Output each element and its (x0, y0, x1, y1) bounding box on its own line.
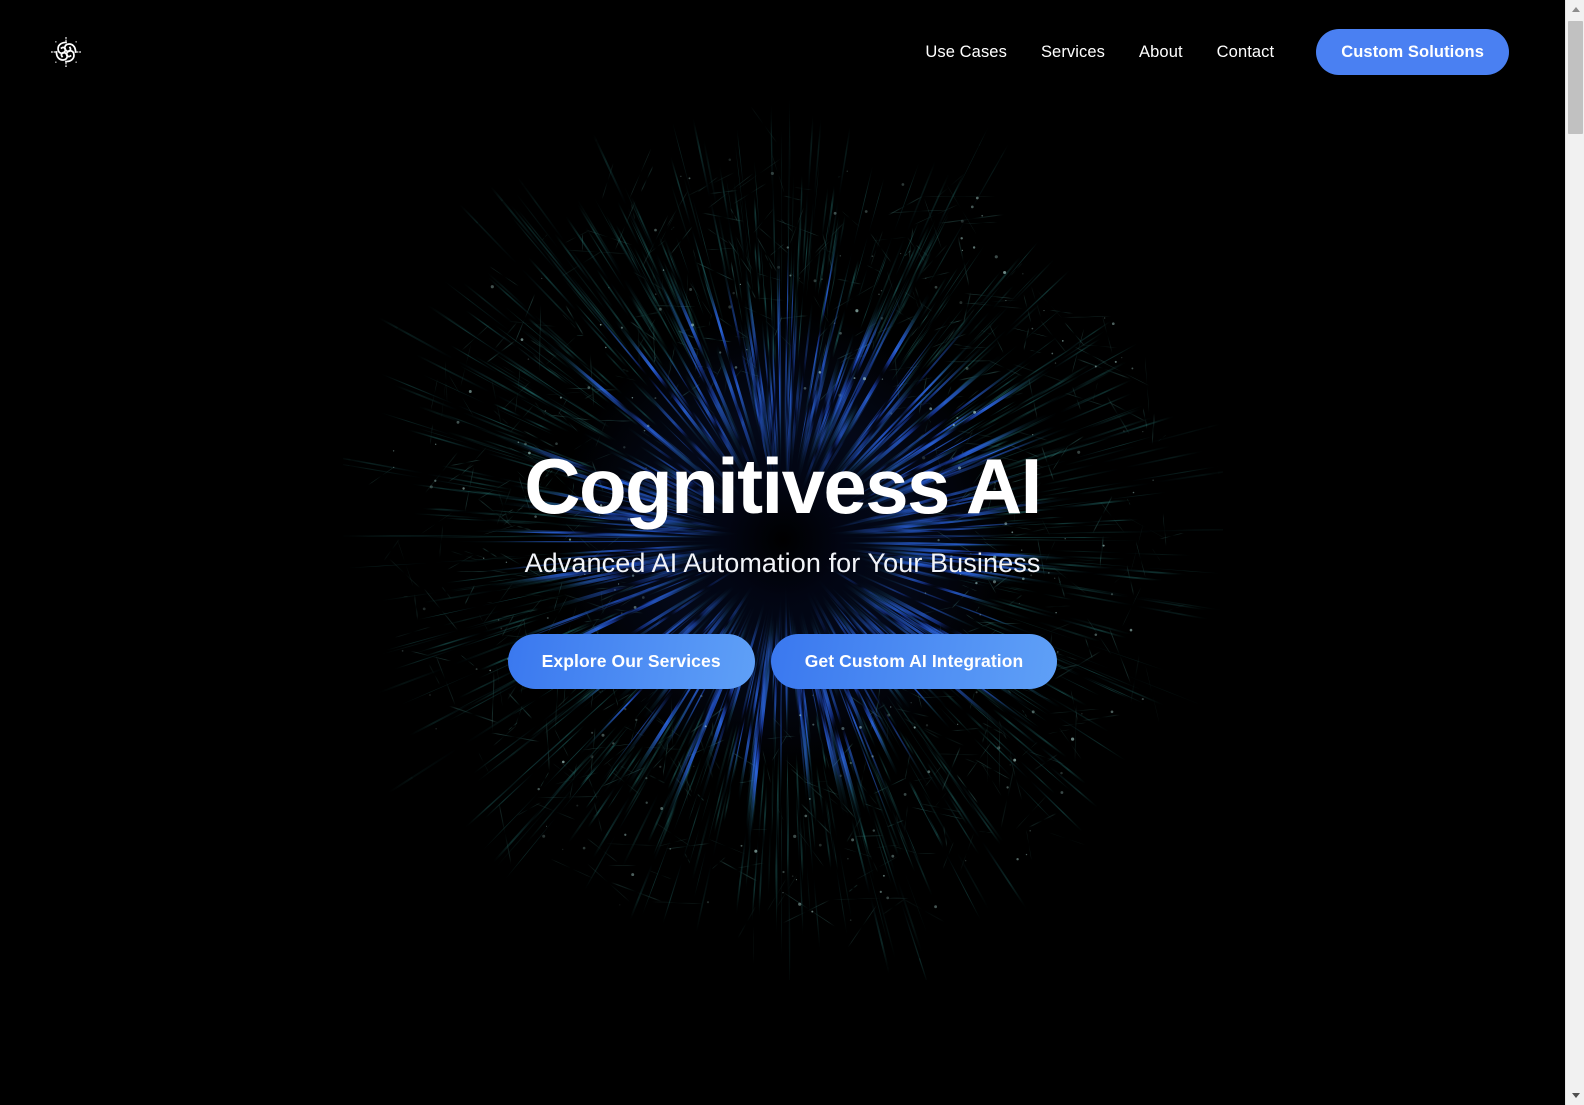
nav-item-services[interactable]: Services (1041, 44, 1105, 61)
vertical-scrollbar[interactable] (1565, 0, 1584, 1105)
scroll-down-arrow-icon (1571, 1093, 1580, 1098)
nav-item-contact[interactable]: Contact (1217, 44, 1275, 61)
scroll-up-arrow-icon (1571, 7, 1580, 12)
explore-our-services-button[interactable]: Explore Our Services (507, 633, 755, 690)
nav-item-about[interactable]: About (1139, 44, 1183, 61)
hero-content: Cognitivess AI Advanced AI Automation fo… (0, 0, 1565, 1105)
scroll-up-button[interactable] (1566, 0, 1584, 19)
logo-link[interactable] (48, 34, 84, 70)
nav-item-use-cases[interactable]: Use Cases (925, 44, 1007, 61)
site-header: Use Cases Services About Contact Custom … (0, 0, 1565, 104)
page-viewport: Cognitivess AI Advanced AI Automation fo… (0, 0, 1565, 1105)
celtic-knot-logo-icon (51, 37, 81, 67)
hero-action-buttons: Explore Our Services Get Custom AI Integ… (507, 633, 1058, 690)
get-custom-ai-integration-button[interactable]: Get Custom AI Integration (770, 633, 1058, 690)
primary-navigation: Use Cases Services About Contact (925, 44, 1274, 61)
scrollbar-thumb[interactable] (1568, 21, 1583, 134)
hero-title: Cognitivess AI (524, 442, 1042, 530)
page-root: Cognitivess AI Advanced AI Automation fo… (0, 0, 1584, 1105)
scroll-down-button[interactable] (1566, 1086, 1584, 1105)
hero-subtitle: Advanced AI Automation for Your Business (524, 548, 1041, 578)
custom-solutions-button[interactable]: Custom Solutions (1316, 28, 1509, 76)
